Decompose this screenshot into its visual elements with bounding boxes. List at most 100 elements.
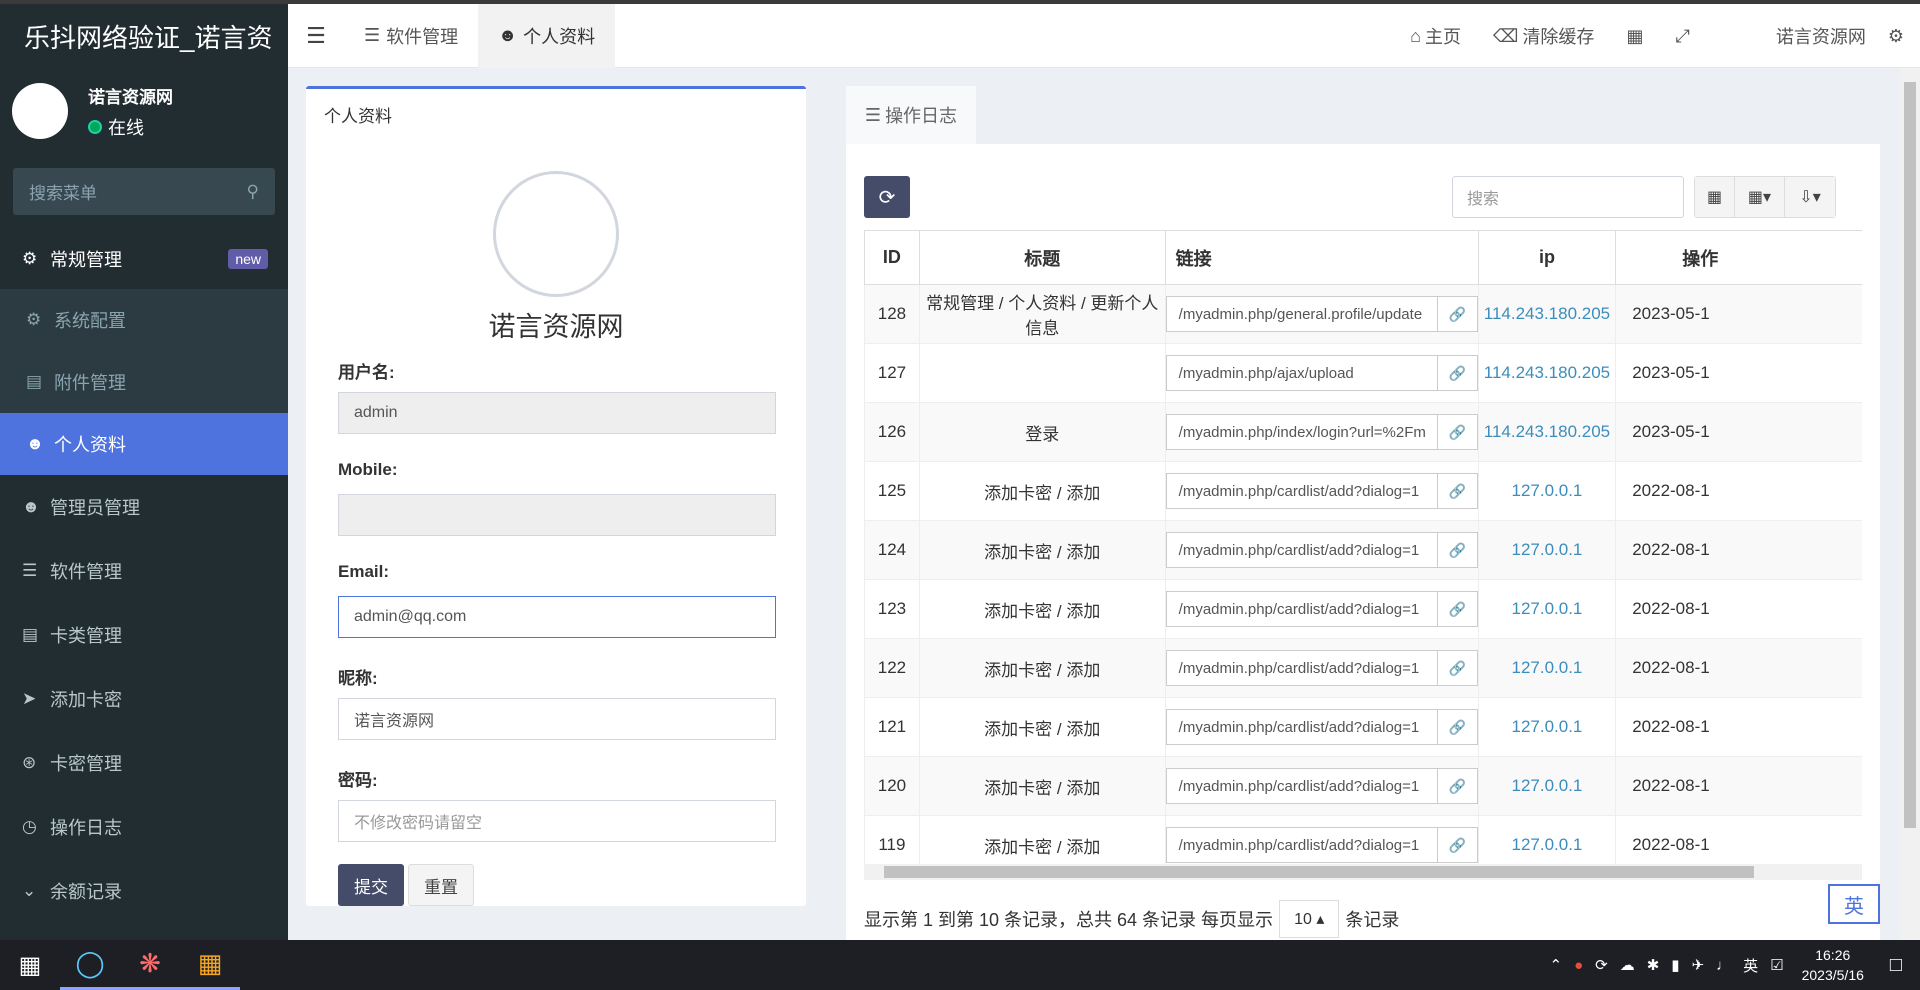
navbar-username[interactable]: 诺言资源网 [1706, 23, 1888, 49]
url-group: /myadmin.php/index/login?url=%2Fm 🔗 [1165, 414, 1478, 450]
clock[interactable]: 16:26 2023/5/16 [1802, 945, 1864, 985]
toggle-view-icon[interactable]: ▦ [1695, 177, 1735, 217]
language-icon[interactable]: ▦ [1610, 26, 1659, 47]
cell-url: /myadmin.php/cardlist/add?dialog=1 🔗 [1164, 815, 1479, 864]
log-toolbar: ⟳ 搜索 ▦ ▦▾ ⇩▾ [846, 144, 1880, 230]
ip-link[interactable]: 127.0.0.1 [1511, 835, 1582, 854]
ip-link[interactable]: 114.243.180.205 [1484, 304, 1610, 323]
scrollbar-thumb[interactable] [1904, 82, 1916, 828]
sidebar-item-add-card[interactable]: ➤ 添加卡密 [0, 667, 288, 731]
submit-button[interactable]: 提交 [338, 864, 404, 906]
column-header-id[interactable]: ID [864, 230, 920, 285]
ime-language[interactable]: 英 [1743, 955, 1758, 976]
sidebar-item-software[interactable]: ☰ 软件管理 [0, 539, 288, 603]
log-search-input[interactable]: 搜索 [1452, 176, 1684, 218]
clear-cache-button[interactable]: ⌫ 清除缓存 [1477, 23, 1610, 49]
search-icon[interactable]: ⚲ [247, 182, 259, 202]
volume-muted-icon[interactable]: ♩ [1716, 957, 1731, 974]
sidebar-item-balance[interactable]: ⌄ 余额记录 [0, 859, 288, 923]
ip-link[interactable]: 127.0.0.1 [1511, 658, 1582, 677]
url-field[interactable]: /myadmin.php/cardlist/add?dialog=1 [1165, 591, 1438, 627]
checkbox-icon[interactable]: ☑ [1770, 956, 1783, 974]
browser-taskbar-icon[interactable]: ◯ [60, 940, 120, 990]
url-field[interactable]: /myadmin.php/index/login?url=%2Fm [1165, 414, 1438, 450]
export-dropdown-icon[interactable]: ⇩▾ [1785, 177, 1835, 217]
tray-cloud-icon[interactable]: ☁ [1620, 956, 1635, 974]
tab-software[interactable]: ☰ 软件管理 [344, 4, 478, 68]
settings-gear-icon[interactable]: ⚙ [1888, 26, 1920, 47]
sidebar-item-system-config[interactable]: ⚙ 系统配置 [0, 289, 288, 351]
battery-icon[interactable]: ▮ [1671, 956, 1679, 974]
refresh-button[interactable]: ⟳ [864, 176, 910, 218]
gears-icon: ⚙ [22, 249, 38, 268]
snail-app-taskbar-icon[interactable]: ❋ [120, 940, 180, 990]
tab-op-log[interactable]: ☰ 操作日志 [846, 86, 976, 144]
horizontal-scrollbar[interactable] [864, 864, 1862, 880]
column-header-url[interactable]: 链接 [1164, 230, 1479, 285]
profile-form: 用户名: admin Mobile: Email: admin@qq.com 昵… [306, 358, 806, 906]
ip-link[interactable]: 127.0.0.1 [1511, 776, 1582, 795]
url-field[interactable]: /myadmin.php/cardlist/add?dialog=1 [1165, 827, 1438, 863]
vertical-scrollbar[interactable] [1900, 68, 1920, 940]
url-field[interactable]: /myadmin.php/cardlist/add?dialog=1 [1165, 650, 1438, 686]
clock-date: 2023/5/16 [1801, 967, 1864, 983]
ime-indicator[interactable]: 英 [1828, 884, 1880, 924]
menu-toggle-icon[interactable]: ☰ [288, 4, 344, 68]
link-icon[interactable]: 🔗 [1437, 709, 1478, 745]
url-field[interactable]: /myadmin.php/cardlist/add?dialog=1 [1165, 768, 1438, 804]
url-field[interactable]: /myadmin.php/general.profile/update [1165, 296, 1438, 332]
sidebar-item-attachments[interactable]: ▤ 附件管理 [0, 351, 288, 413]
link-icon[interactable]: 🔗 [1437, 414, 1478, 450]
airplane-icon[interactable]: ✈ [1692, 956, 1705, 974]
sidebar-item-profile[interactable]: ☻ 个人资料 [0, 413, 288, 475]
sidebar-item-card-types[interactable]: ▤ 卡类管理 [0, 603, 288, 667]
columns-dropdown-icon[interactable]: ▦▾ [1735, 177, 1785, 217]
bluetooth-icon[interactable]: ✱ [1647, 956, 1660, 974]
link-icon[interactable]: 🔗 [1437, 296, 1478, 332]
sidebar-search-input[interactable]: 搜索菜单 ⚲ [13, 168, 275, 215]
ip-link[interactable]: 114.243.180.205 [1484, 363, 1610, 382]
ip-link[interactable]: 127.0.0.1 [1511, 481, 1582, 500]
email-field[interactable]: admin@qq.com [338, 596, 776, 638]
password-field[interactable]: 不修改密码请留空 [338, 800, 776, 842]
link-icon[interactable]: 🔗 [1437, 532, 1478, 568]
ip-link[interactable]: 114.243.180.205 [1484, 422, 1610, 441]
column-header-action[interactable]: 操作 [1615, 230, 1862, 285]
main-content: 个人资料 诺言资源网 用户名: admin Mobile: Email: adm… [288, 68, 1900, 946]
notification-icon[interactable]: □ [1890, 954, 1902, 977]
refresh-icon: ⟳ [878, 186, 896, 209]
windows-start-icon[interactable]: ▦ [0, 940, 60, 990]
link-icon[interactable]: 🔗 [1437, 355, 1478, 391]
column-header-ip[interactable]: ip [1477, 230, 1617, 285]
sidebar-item-admins[interactable]: ☻ 管理员管理 [0, 475, 288, 539]
tab-profile[interactable]: ☻ 个人资料 [478, 3, 616, 68]
app-logo[interactable]: 乐抖网络验证_诺言资 [0, 4, 288, 68]
page-size-select[interactable]: 10 ▴ [1279, 900, 1340, 938]
archive-app-taskbar-icon[interactable]: ▦ [180, 940, 240, 990]
tray-sync-icon[interactable]: ⟳ [1595, 956, 1608, 974]
link-icon[interactable]: 🔗 [1437, 827, 1478, 863]
ip-link[interactable]: 127.0.0.1 [1511, 717, 1582, 736]
sidebar-item-op-log[interactable]: ◷ 操作日志 [0, 795, 288, 859]
sidebar-item-card-manage[interactable]: ⊛ 卡密管理 [0, 731, 288, 795]
column-header-title[interactable]: 标题 [918, 230, 1166, 285]
link-icon[interactable]: 🔗 [1437, 650, 1478, 686]
url-field[interactable]: /myadmin.php/cardlist/add?dialog=1 [1165, 532, 1438, 568]
chevron-up-icon[interactable]: ⌃ [1550, 956, 1563, 974]
fullscreen-icon[interactable]: ⤢ [1659, 26, 1705, 47]
url-field[interactable]: /myadmin.php/cardlist/add?dialog=1 [1165, 473, 1438, 509]
scrollbar-thumb[interactable] [884, 866, 1754, 878]
ip-link[interactable]: 127.0.0.1 [1511, 599, 1582, 618]
sidebar-item-general[interactable]: ⚙ 常规管理 new [0, 229, 288, 289]
home-button[interactable]: ⌂ 主页 [1394, 23, 1477, 49]
tray-app-icon[interactable]: ● [1574, 957, 1583, 974]
profile-avatar[interactable] [493, 171, 619, 297]
url-field[interactable]: /myadmin.php/ajax/upload [1165, 355, 1438, 391]
link-icon[interactable]: 🔗 [1437, 768, 1478, 804]
link-icon[interactable]: 🔗 [1437, 591, 1478, 627]
ip-link[interactable]: 127.0.0.1 [1511, 540, 1582, 559]
nickname-field[interactable]: 诺言资源网 [338, 698, 776, 740]
url-field[interactable]: /myadmin.php/cardlist/add?dialog=1 [1165, 709, 1438, 745]
reset-button[interactable]: 重置 [408, 864, 474, 906]
link-icon[interactable]: 🔗 [1437, 473, 1478, 509]
